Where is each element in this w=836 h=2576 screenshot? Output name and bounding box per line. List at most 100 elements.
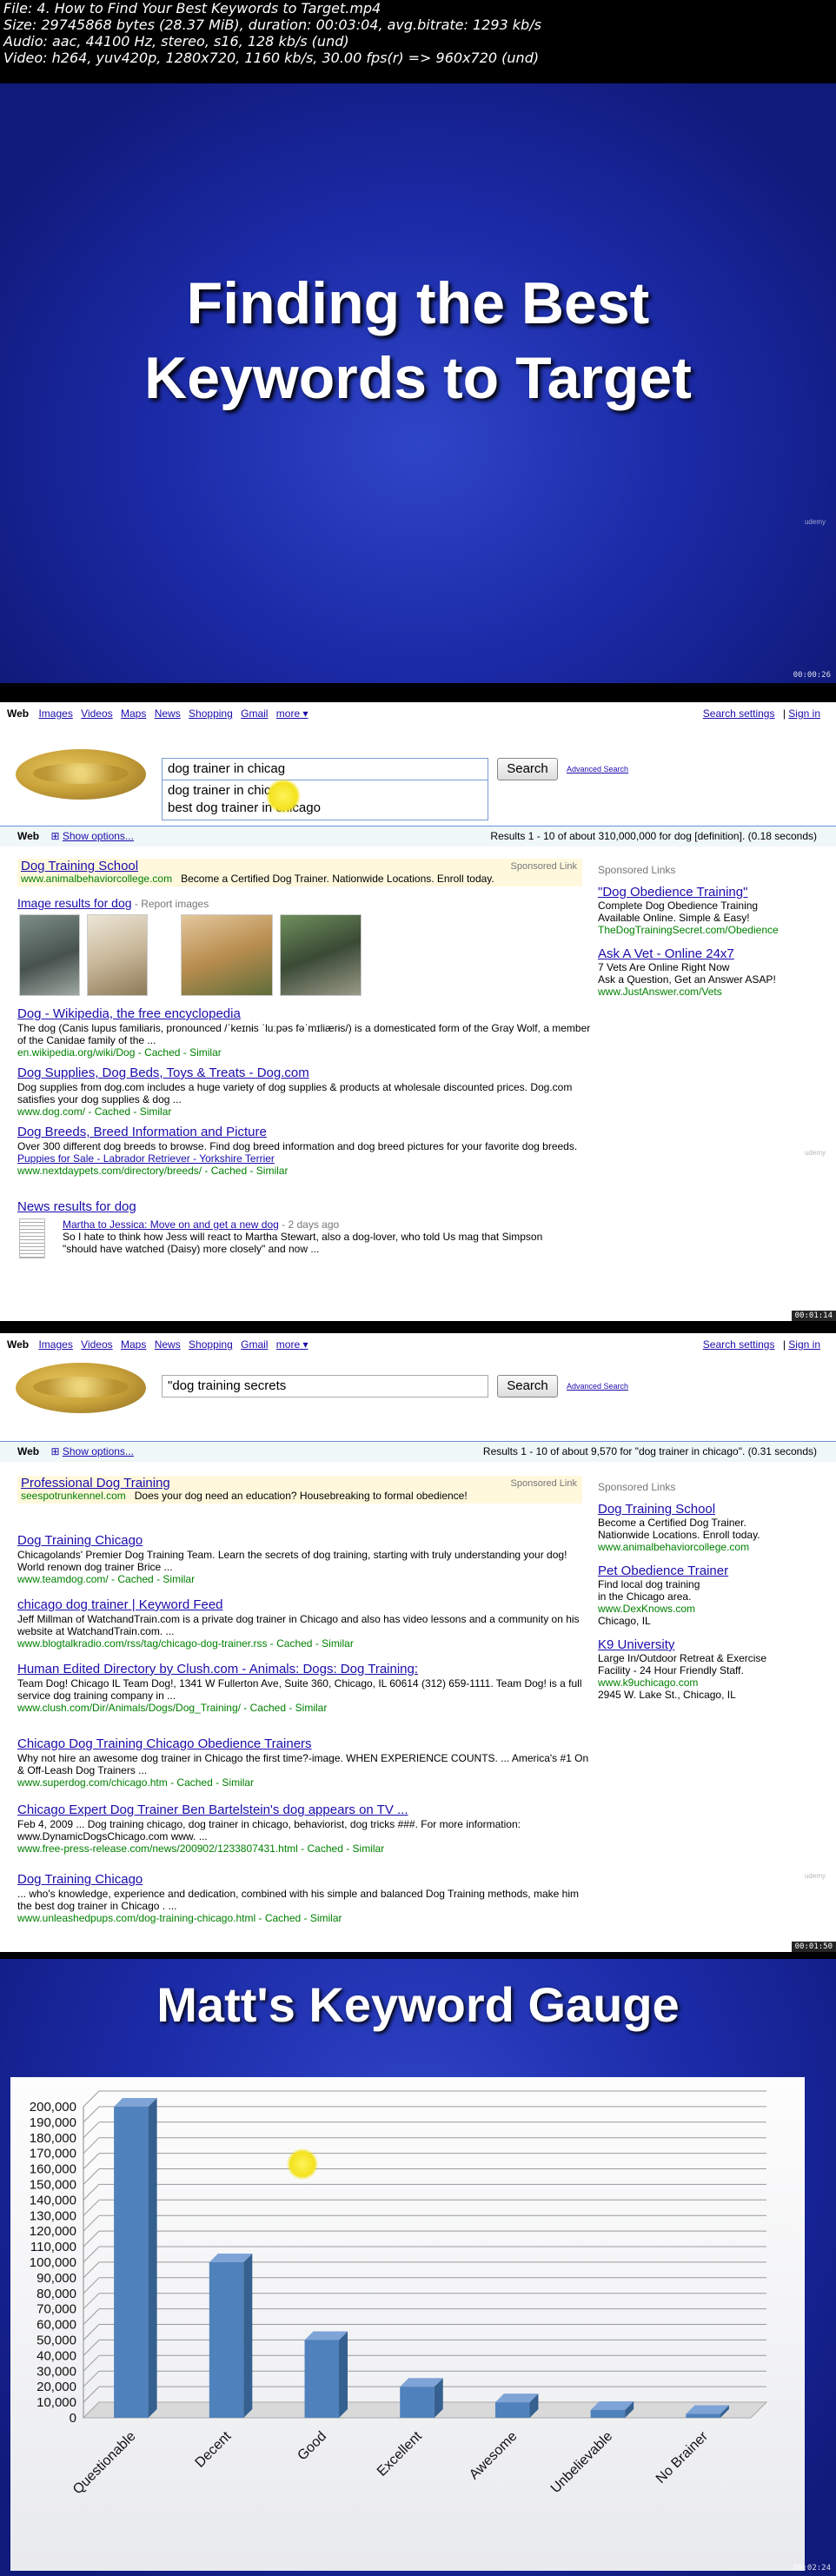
nav-videos[interactable]: Videos — [81, 707, 112, 720]
nav-separator: | — [782, 1338, 786, 1351]
result-url[interactable]: www.clush.com/Dir/Animals/Dogs/Dog_Train… — [17, 1702, 591, 1714]
sign-in-link[interactable]: Sign in — [788, 1338, 820, 1351]
result-title[interactable]: Dog Training Chicago — [17, 1533, 591, 1549]
show-options-link[interactable]: ⊞ Show options... — [50, 1445, 133, 1457]
nav-more[interactable]: more ▾ — [276, 707, 309, 720]
result-title[interactable]: Dog Supplies, Dog Beds, Toys & Treats - … — [17, 1066, 591, 1081]
advanced-search-link[interactable]: Advanced Search — [567, 765, 628, 773]
result-title[interactable]: Dog - Wikipedia, the free encyclopedia — [17, 1006, 591, 1022]
nav-images[interactable]: Images — [38, 707, 72, 720]
y-tick-label: 20,000 — [36, 2380, 76, 2394]
nav-web[interactable]: Web — [7, 707, 29, 720]
y-tick-label: 110,000 — [30, 2240, 76, 2254]
search-button[interactable]: Search — [497, 1375, 558, 1398]
dog-image-thumbnail[interactable] — [19, 914, 80, 996]
gridline-side — [83, 2293, 100, 2310]
result-title[interactable]: Dog Breeds, Breed Information and Pictur… — [17, 1125, 591, 1140]
slide-title-line2: Keywords to Target — [144, 345, 692, 411]
y-tick-label: 0 — [70, 2411, 76, 2426]
google-logo[interactable] — [16, 749, 146, 800]
search-result: Human Edited Directory by Clush.com - An… — [17, 1662, 591, 1714]
report-images-link[interactable]: - Report images — [135, 898, 209, 910]
side-ad-title[interactable]: Pet Obedience Trainer — [598, 1564, 824, 1578]
udemy-watermark-logo: udemy — [804, 1872, 826, 1880]
ad-title[interactable]: Dog Training School — [21, 859, 138, 873]
result-url[interactable]: www.free-press-release.com/news/200902/1… — [17, 1842, 591, 1855]
result-url[interactable]: www.superdog.com/chicago.htm - Cached - … — [17, 1776, 591, 1789]
result-url[interactable]: www.nextdaypets.com/directory/breeds/ - … — [17, 1165, 591, 1177]
side-ad-title[interactable]: Ask A Vet - Online 24x7 — [598, 946, 824, 961]
news-title[interactable]: Martha to Jessica: Move on and get a new… — [63, 1218, 279, 1231]
results-bar: Web ⊞ Show options... Results 1 - 10 of … — [0, 826, 836, 846]
y-tick-label: 120,000 — [30, 2224, 76, 2239]
nav-shopping[interactable]: Shopping — [189, 707, 233, 720]
nav-maps[interactable]: Maps — [121, 707, 146, 720]
gridline-side — [83, 2308, 100, 2325]
suggestion-item[interactable]: best dog trainer in chicago — [168, 800, 482, 817]
result-title[interactable]: Chicago Expert Dog Trainer Ben Bartelste… — [17, 1803, 591, 1818]
ad-title[interactable]: Professional Dog Training — [21, 1476, 170, 1490]
nav-images[interactable]: Images — [38, 1338, 72, 1351]
search-input[interactable]: dog trainer in chicag — [162, 758, 488, 780]
sign-in-link[interactable]: Sign in — [788, 707, 820, 720]
side-ad-text: Large In/Outdoor Retreat & Exercise — [598, 1652, 767, 1664]
side-ad-url: TheDogTrainingSecret.com/Obedience — [598, 924, 779, 936]
news-results-header[interactable]: News results for dog — [17, 1199, 591, 1215]
nav-videos[interactable]: Videos — [81, 1338, 112, 1351]
google-top-nav: Web Images Videos Maps News Shopping Gma… — [0, 707, 836, 725]
dog-image-thumbnail[interactable] — [280, 914, 362, 996]
gridline-side — [83, 2106, 100, 2123]
search-input[interactable]: "dog training secrets — [162, 1375, 488, 1398]
result-url[interactable]: www.unleashedpups.com/dog-training-chica… — [17, 1912, 591, 1924]
nav-gmail[interactable]: Gmail — [241, 1338, 268, 1351]
y-tick-label: 60,000 — [36, 2318, 76, 2333]
result-title[interactable]: Human Edited Directory by Clush.com - An… — [17, 1662, 591, 1677]
news-snippet: So I hate to think how Jess will react t… — [63, 1231, 543, 1255]
nav-news[interactable]: News — [155, 707, 181, 720]
dog-image-thumbnail[interactable] — [181, 914, 273, 996]
x-tick-label: Unbelievable — [548, 2429, 616, 2497]
side-ad-text: Complete Dog Obedience Training — [598, 900, 759, 912]
nav-shopping[interactable]: Shopping — [189, 1338, 233, 1351]
result-title[interactable]: Chicago Dog Training Chicago Obedience T… — [17, 1736, 591, 1752]
side-ad-text: Nationwide Locations. Enroll today. — [598, 1529, 760, 1541]
gridline-side — [83, 2370, 100, 2387]
search-button[interactable]: Search — [497, 758, 558, 780]
search-settings-link[interactable]: Search settings — [703, 707, 775, 720]
search-settings-link[interactable]: Search settings — [703, 1338, 775, 1351]
nav-more[interactable]: more ▾ — [276, 1338, 309, 1351]
news-thumbnail[interactable] — [19, 1218, 45, 1258]
side-ad-title[interactable]: K9 University — [598, 1637, 824, 1652]
show-options-label: Show options... — [62, 830, 134, 842]
frame-google-search-2: Web Images Videos Maps News Shopping Gma… — [0, 1333, 836, 1952]
side-ad-title[interactable]: "Dog Obedience Training" — [598, 885, 824, 900]
gridline-side — [83, 2386, 100, 2403]
x-tick-label: Questionable — [70, 2429, 139, 2498]
result-title[interactable]: chicago dog trainer | Keyword Feed — [17, 1597, 591, 1613]
result-snippet: Chicagolands' Premier Dog Training Team.… — [17, 1549, 567, 1573]
result-url[interactable]: www.dog.com/ - Cached - Similar — [17, 1105, 591, 1118]
show-options-label: Show options... — [62, 1445, 134, 1457]
result-title[interactable]: Dog Training Chicago — [17, 1872, 591, 1888]
result-sitelinks[interactable]: Puppies for Sale - Labrador Retriever - … — [17, 1152, 591, 1165]
gridline-side — [83, 2168, 100, 2185]
side-ad-title[interactable]: Dog Training School — [598, 1502, 824, 1517]
suggestion-item[interactable]: dog trainer in chicago — [168, 782, 482, 800]
gridline-side — [83, 2324, 100, 2340]
advanced-search-link[interactable]: Advanced Search — [567, 1382, 628, 1391]
result-url[interactable]: www.teamdog.com/ - Cached - Similar — [17, 1573, 591, 1585]
show-options-link[interactable]: ⊞ Show options... — [50, 830, 133, 842]
bar — [686, 2413, 720, 2418]
gridline-side — [83, 2199, 100, 2216]
dog-image-thumbnail[interactable] — [87, 914, 148, 996]
image-results-link[interactable]: Image results for dog — [17, 896, 132, 910]
nav-maps[interactable]: Maps — [121, 1338, 146, 1351]
result-snippet: Feb 4, 2009 ... Dog training chicago, do… — [17, 1818, 521, 1842]
nav-gmail[interactable]: Gmail — [241, 707, 268, 720]
nav-news[interactable]: News — [155, 1338, 181, 1351]
google-logo[interactable] — [16, 1363, 146, 1413]
result-url[interactable]: www.blogtalkradio.com/rss/tag/chicago-do… — [17, 1637, 591, 1650]
gridline-side — [83, 2277, 100, 2294]
result-url[interactable]: en.wikipedia.org/wiki/Dog - Cached - Sim… — [17, 1046, 591, 1059]
nav-web[interactable]: Web — [7, 1338, 29, 1351]
